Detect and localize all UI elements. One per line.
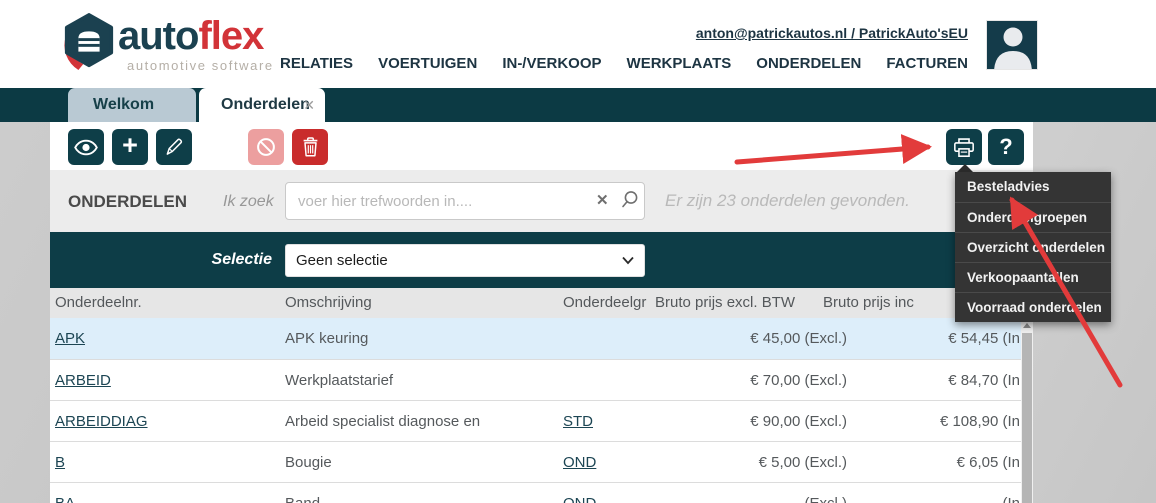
price-excl: € 90,00 (Excl.) <box>630 401 847 442</box>
nav-item-in-verkoop[interactable]: IN-/VERKOOP <box>502 55 601 72</box>
part-description: Arbeid specialist diagnose en <box>285 401 480 442</box>
price-excl: € 45,00 (Excl.) <box>630 318 847 359</box>
autoflex-logo-text: autoflex <box>118 14 263 58</box>
part-group-link[interactable]: OND <box>563 495 596 503</box>
table-row[interactable]: ARBEID Werkplaatstarief € 70,00 (Excl.) … <box>50 359 1021 400</box>
price-incl: € 84,70 (In <box>840 360 1020 401</box>
print-button[interactable] <box>946 129 982 165</box>
edit-button[interactable] <box>156 129 192 165</box>
column-header-omschrijving: Omschrijving <box>285 288 372 318</box>
search-clear-icon[interactable]: ✕ <box>596 191 609 209</box>
menu-item-verkoopaantallen[interactable]: Verkoopaantallen <box>955 262 1111 292</box>
print-menu: Besteladvies Onderdeelgroepen Overzicht … <box>955 172 1111 322</box>
block-button <box>248 129 284 165</box>
nav-item-relaties[interactable]: RELATIES <box>280 55 353 72</box>
account-link[interactable]: anton@patrickautos.nl / PatrickAuto'sEU <box>696 25 968 41</box>
part-number-link[interactable]: APK <box>55 330 85 347</box>
table-row[interactable]: B Bougie OND € 5,00 (Excl.) € 6,05 (In <box>50 441 1021 482</box>
part-description: Bougie <box>285 442 332 483</box>
table-row[interactable]: APK APK keuring € 45,00 (Excl.) € 54,45 … <box>50 318 1021 359</box>
nav-item-onderdelen[interactable]: ONDERDELEN <box>756 55 861 72</box>
column-header-onderdeelgr: Onderdeelgr <box>563 288 646 318</box>
price-incl: € 54,45 (In <box>840 318 1020 359</box>
price-incl: (In <box>840 483 1020 503</box>
selection-label: Selectie <box>190 251 272 269</box>
top-header: autoflex automotive software RELATIES VO… <box>0 0 1156 88</box>
trash-icon <box>301 136 320 158</box>
part-number-link[interactable]: ARBEID <box>55 372 111 389</box>
tab-welkom-label: Welkom <box>93 96 154 113</box>
price-incl: € 6,05 (In <box>840 442 1020 483</box>
tab-onderdelen[interactable]: Onderdelen ✕ <box>199 88 325 122</box>
tab-welkom[interactable]: Welkom <box>68 88 196 122</box>
part-number-link[interactable]: B <box>55 454 65 471</box>
price-excl: € 70,00 (Excl.) <box>630 360 847 401</box>
table-header-row: Onderdeelnr. Omschrijving Onderdeelgr Br… <box>50 288 1021 318</box>
column-header-bruto-excl: Bruto prijs excl. BTW <box>655 288 795 318</box>
selection-dropdown-value: Geen selectie <box>296 252 388 269</box>
pencil-icon <box>164 137 184 157</box>
price-excl: (Excl.) <box>630 483 847 503</box>
price-incl: € 108,90 (In <box>840 401 1020 442</box>
plus-icon: + <box>122 132 138 159</box>
scrollbar-thumb[interactable] <box>1022 333 1032 503</box>
nav-item-facturen[interactable]: FACTUREN <box>886 55 968 72</box>
table-row[interactable]: BA Band OND (Excl.) (In <box>50 482 1021 503</box>
delete-button[interactable] <box>292 129 328 165</box>
logo-word-auto: auto <box>118 14 198 58</box>
tab-bar: Welkom Onderdelen ✕ <box>0 88 1156 122</box>
view-button[interactable] <box>68 129 104 165</box>
vertical-scrollbar[interactable] <box>1021 318 1033 503</box>
main-nav: RELATIES VOERTUIGEN IN-/VERKOOP WERKPLAA… <box>280 55 968 72</box>
help-button[interactable]: ? <box>988 129 1024 165</box>
nav-item-voertuigen[interactable]: VOERTUIGEN <box>378 55 477 72</box>
nav-item-werkplaats[interactable]: WERKPLAATS <box>627 55 732 72</box>
part-number-link[interactable]: BA <box>55 495 75 503</box>
column-header-onderdeelnr: Onderdeelnr. <box>55 288 142 318</box>
price-excl: € 5,00 (Excl.) <box>630 442 847 483</box>
menu-item-overzicht-onderdelen[interactable]: Overzicht onderdelen <box>955 232 1111 262</box>
part-number-link[interactable]: ARBEIDDIAG <box>55 413 148 430</box>
printer-icon <box>953 137 975 158</box>
search-input[interactable] <box>285 182 645 220</box>
chevron-down-icon <box>622 256 634 265</box>
logo-word-flex: flex <box>198 14 263 58</box>
part-group-link[interactable]: STD <box>563 413 593 430</box>
tab-close-icon[interactable]: ✕ <box>303 88 315 122</box>
user-avatar[interactable] <box>986 20 1038 70</box>
menu-item-onderdeelgroepen[interactable]: Onderdeelgroepen <box>955 202 1111 232</box>
menu-item-voorraad-onderdelen[interactable]: Voorraad onderdelen <box>955 292 1111 322</box>
question-mark-icon: ? <box>999 134 1012 160</box>
part-group-link[interactable]: OND <box>563 454 596 471</box>
person-icon <box>987 21 1038 70</box>
logo-tagline: automotive software <box>127 58 274 73</box>
part-description: APK keuring <box>285 318 368 359</box>
print-menu-caret <box>957 164 973 172</box>
results-count-text: Er zijn 23 onderdelen gevonden. <box>665 191 910 211</box>
eye-icon <box>74 139 98 156</box>
autoflex-logo-icon <box>62 12 116 72</box>
section-title: ONDERDELEN <box>68 192 187 212</box>
tab-onderdelen-label: Onderdelen <box>221 96 310 113</box>
selection-dropdown[interactable]: Geen selectie <box>285 244 645 277</box>
part-description: Werkplaatstarief <box>285 360 393 401</box>
add-button[interactable]: + <box>112 129 148 165</box>
part-description: Band <box>285 483 320 503</box>
app-root: autoflex automotive software RELATIES VO… <box>0 0 1156 503</box>
table-row[interactable]: ARBEIDDIAG Arbeid specialist diagnose en… <box>50 400 1021 441</box>
no-entry-icon <box>255 136 277 158</box>
column-header-bruto-incl: Bruto prijs inc <box>823 288 914 318</box>
search-icon[interactable] <box>620 190 639 209</box>
menu-item-besteladvies[interactable]: Besteladvies <box>955 172 1111 202</box>
search-prompt-label: Ik zoek <box>223 193 274 211</box>
